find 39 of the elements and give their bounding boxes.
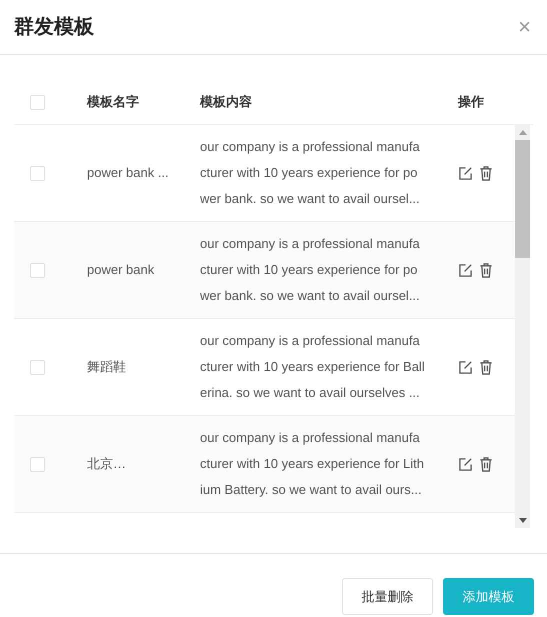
template-name: power bank ... (87, 164, 170, 182)
template-content-line: cturer with 10 years experience for Lith (200, 455, 425, 473)
dialog-title: 群发模板 (14, 15, 94, 40)
template-content-line: cturer with 10 years experience for po (200, 261, 418, 279)
template-content-line: cturer with 10 years experience for po (200, 164, 418, 182)
template-content-line: our company is a professional manufa (200, 235, 421, 253)
checkbox[interactable] (30, 360, 45, 374)
checkbox[interactable] (30, 262, 45, 278)
edit-icon[interactable] (458, 262, 473, 278)
trash-icon[interactable] (479, 360, 493, 374)
column-header: 操作 (458, 93, 484, 112)
template-name: power bank (87, 261, 156, 280)
template-content-line: our company is a professional manufa (200, 332, 421, 350)
scrollbar-thumb[interactable] (515, 140, 530, 258)
template-content-line: wer bank. so we want to avail oursel... (200, 287, 421, 305)
add-button[interactable]: 添加模板 (443, 578, 534, 615)
edit-icon[interactable] (458, 166, 473, 180)
template-name: 舞蹈鞋 (87, 358, 127, 376)
scroll-down-icon[interactable] (518, 518, 526, 523)
delete-button[interactable]: 批量删除 (342, 578, 433, 615)
template-content-line: erina. so we want to avail ourselves ... (200, 384, 421, 402)
trash-icon[interactable] (479, 262, 493, 278)
template-content-line: our company is a professional manufa (200, 429, 421, 447)
checkbox[interactable] (30, 456, 45, 472)
edit-icon[interactable] (458, 360, 473, 374)
template-content-line: wer bank. so we want to avail oursel... (200, 190, 421, 208)
checkbox[interactable] (30, 94, 45, 110)
template-content-line: our company is a professional manufa (200, 138, 421, 156)
scrollbar[interactable] (515, 125, 530, 528)
close-button[interactable]: × (518, 16, 533, 38)
template-content-line: ium Battery. so we want to avail ours... (200, 481, 423, 499)
trash-icon[interactable] (479, 456, 493, 472)
trash-icon[interactable] (479, 166, 493, 180)
column-header: 模板内容 (200, 93, 253, 112)
template-name: 北京… (87, 455, 127, 474)
template-content-line: cturer with 10 years experience for Ball (200, 358, 426, 376)
edit-icon[interactable] (458, 456, 473, 472)
column-header: 模板名字 (87, 93, 140, 112)
checkbox[interactable] (30, 166, 45, 180)
